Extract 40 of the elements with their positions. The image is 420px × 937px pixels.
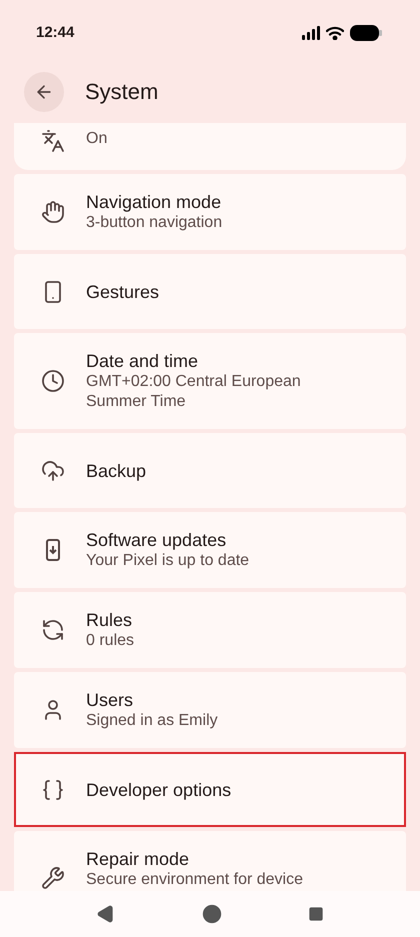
item-title: Software updates bbox=[86, 529, 228, 551]
settings-item[interactable]: Software updates Your Pixel is up to date bbox=[14, 512, 406, 588]
hand-icon bbox=[41, 200, 65, 224]
battery-icon bbox=[350, 25, 382, 41]
settings-item[interactable]: Rules 0 rules bbox=[14, 592, 406, 668]
item-title: Users bbox=[86, 689, 134, 711]
settings-item[interactable]: Backup bbox=[14, 433, 406, 508]
item-title: Navigation mode bbox=[86, 191, 222, 213]
wifi-icon bbox=[326, 26, 344, 40]
item-title: Gestures bbox=[86, 280, 160, 302]
clock-icon bbox=[41, 369, 65, 393]
cloud-upload-icon bbox=[41, 458, 65, 482]
settings-item[interactable]: Repair mode Secure environment for device bbox=[14, 831, 406, 891]
home-nav-icon[interactable] bbox=[202, 904, 222, 924]
item-subtitle: Secure environment for device bbox=[86, 870, 304, 890]
item-subtitle: GMT+02:00 Central European Summer Time bbox=[86, 372, 302, 412]
settings-item[interactable]: Date and time GMT+02:00 Central European Summer Time bbox=[14, 333, 406, 429]
item-title: Repair mode bbox=[86, 848, 190, 870]
back-button[interactable] bbox=[24, 72, 64, 112]
item-title: Developer options bbox=[86, 778, 232, 800]
item-title: Date and time bbox=[86, 350, 200, 372]
settings-item[interactable]: On bbox=[14, 123, 406, 170]
recents-nav-icon[interactable] bbox=[308, 906, 324, 922]
settings-item[interactable]: Users Signed in as Emily bbox=[14, 672, 406, 748]
translate-icon bbox=[41, 129, 65, 153]
page-title: System bbox=[85, 78, 158, 106]
item-subtitle: 3-button navigation bbox=[86, 213, 224, 233]
item-title: Backup bbox=[86, 460, 146, 482]
settings-item[interactable]: Gestures bbox=[14, 254, 406, 329]
item-subtitle: Your Pixel is up to date bbox=[86, 551, 250, 571]
item-subtitle: Signed in as Emily bbox=[86, 711, 219, 731]
status-time: 12:44 bbox=[36, 22, 74, 43]
tools-icon bbox=[41, 866, 65, 890]
settings-item[interactable]: Developer options bbox=[14, 752, 406, 827]
braces-icon bbox=[41, 778, 65, 802]
item-title: Rules bbox=[86, 609, 134, 631]
item-subtitle: 0 rules bbox=[86, 631, 136, 651]
item-subtitle: On bbox=[86, 129, 108, 149]
signal-icon bbox=[302, 26, 320, 40]
settings-item[interactable]: Navigation mode 3-button navigation bbox=[14, 174, 406, 250]
